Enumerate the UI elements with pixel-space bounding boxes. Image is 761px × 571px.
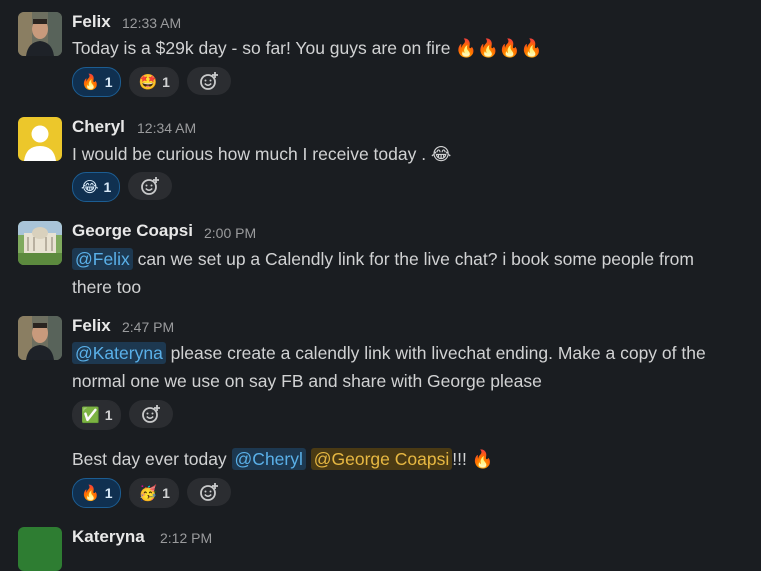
add-reaction-button[interactable] bbox=[186, 478, 231, 506]
timestamp[interactable]: 12:33 AM bbox=[122, 15, 181, 31]
message-text: @Kateryna please create a calendly link … bbox=[72, 339, 752, 395]
star-struck-emoji: 🤩 bbox=[138, 74, 158, 91]
avatar-kateryna[interactable] bbox=[18, 527, 62, 571]
reaction-fire[interactable]: 🔥 1 bbox=[72, 478, 122, 508]
text-prefix: Best day ever today bbox=[72, 449, 232, 469]
avatar-cheryl[interactable] bbox=[18, 117, 62, 161]
author-name[interactable]: Felix bbox=[72, 316, 111, 336]
mention-cheryl[interactable]: @Cheryl bbox=[231, 448, 306, 470]
reaction-party[interactable]: 🥳 1 bbox=[129, 478, 179, 508]
message-text: I would be curious how much I receive to… bbox=[72, 144, 452, 164]
reaction-count: 1 bbox=[104, 485, 113, 501]
text-line-1: please create a calendly link with livec… bbox=[165, 343, 706, 363]
message-text: @Felix can we set up a Calendly link for… bbox=[72, 245, 752, 301]
text-suffix: !!! 🔥 bbox=[452, 449, 494, 469]
reaction-check[interactable]: ✅ 1 bbox=[72, 400, 122, 430]
fire-emoji: 🔥 bbox=[81, 74, 100, 91]
add-reaction-icon bbox=[200, 72, 218, 90]
text-line-1: can we set up a Calendly link for the li… bbox=[132, 249, 694, 269]
reaction-count: 1 bbox=[162, 485, 170, 501]
add-reaction-button[interactable] bbox=[129, 400, 174, 428]
message-text: Best day ever today @Cheryl @George Coap… bbox=[72, 445, 752, 473]
author-name[interactable]: George Coapsi bbox=[72, 221, 193, 241]
check-mark-emoji: ✅ bbox=[81, 407, 100, 424]
timestamp[interactable]: 2:00 PM bbox=[204, 225, 256, 241]
avatar-felix[interactable] bbox=[18, 316, 62, 360]
fire-emoji: 🔥 bbox=[81, 485, 100, 502]
add-reaction-icon bbox=[142, 405, 161, 423]
reactions-bar: ✅ 1 bbox=[72, 400, 174, 430]
reactions-bar: 🔥 1 🥳 1 bbox=[72, 478, 231, 508]
party-face-emoji: 🥳 bbox=[138, 485, 158, 502]
author-name[interactable]: Kateryna bbox=[72, 527, 145, 547]
timestamp[interactable]: 2:47 PM bbox=[122, 319, 174, 335]
add-reaction-icon bbox=[141, 177, 160, 195]
reaction-count: 1 bbox=[104, 407, 113, 423]
avatar-george[interactable] bbox=[18, 221, 62, 265]
reactions-bar: 😂 1 bbox=[72, 172, 173, 202]
reaction-joy[interactable]: 😂 1 bbox=[72, 172, 121, 202]
mention-kateryna[interactable]: @Kateryna bbox=[72, 342, 166, 364]
author-name[interactable]: Felix bbox=[72, 12, 111, 32]
add-reaction-button[interactable] bbox=[186, 67, 231, 95]
timestamp[interactable]: 12:34 AM bbox=[137, 120, 196, 136]
text-line-2: normal one we use on say FB and share wi… bbox=[72, 371, 542, 391]
add-reaction-button[interactable] bbox=[128, 172, 173, 200]
mention-felix[interactable]: @Felix bbox=[72, 248, 133, 270]
reaction-count: 1 bbox=[104, 74, 113, 90]
reaction-count: 1 bbox=[103, 179, 112, 195]
author-name[interactable]: Cheryl bbox=[72, 117, 125, 137]
message-text: Today is a $29k day - so far! You guys a… bbox=[72, 38, 543, 58]
reaction-fire[interactable]: 🔥 1 bbox=[72, 67, 122, 97]
reaction-count: 1 bbox=[162, 74, 170, 90]
reaction-star-struck[interactable]: 🤩 1 bbox=[129, 67, 179, 97]
joy-emoji: 😂 bbox=[81, 179, 99, 196]
timestamp[interactable]: 2:12 PM bbox=[160, 530, 212, 546]
mention-george[interactable]: @George Coapsi bbox=[310, 448, 453, 470]
text-line-2: there too bbox=[72, 277, 142, 297]
reactions-bar: 🔥 1 🤩 1 bbox=[72, 67, 231, 97]
add-reaction-icon bbox=[200, 483, 218, 501]
avatar-felix[interactable] bbox=[18, 12, 62, 56]
